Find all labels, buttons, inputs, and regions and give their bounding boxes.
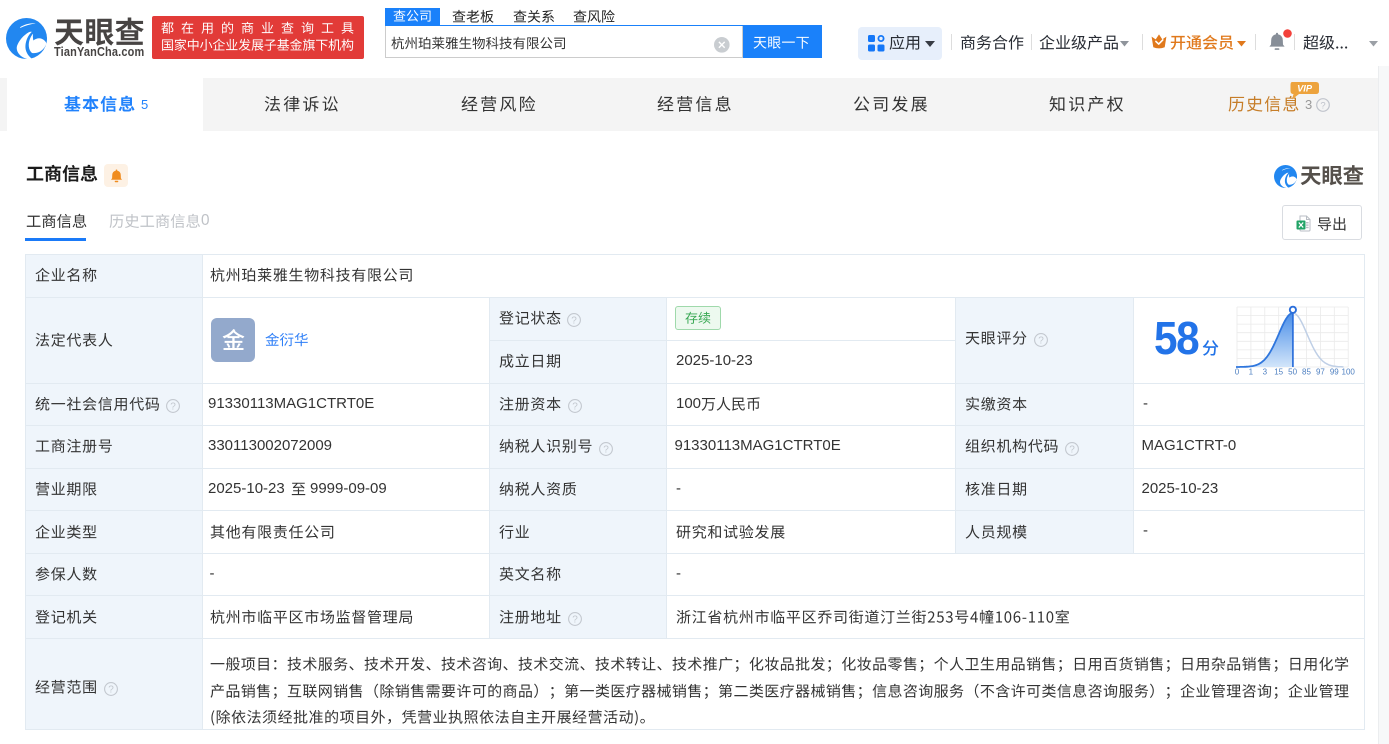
svg-text:15: 15 — [1274, 368, 1283, 377]
svg-text:3: 3 — [1263, 368, 1268, 377]
svg-text:?: ? — [108, 684, 114, 695]
svg-text:VIP: VIP — [1297, 83, 1313, 93]
svg-text:97: 97 — [1316, 368, 1325, 377]
svg-text:0: 0 — [1235, 368, 1240, 377]
svg-text:100: 100 — [1342, 368, 1356, 377]
svg-text:?: ? — [1038, 335, 1044, 346]
svg-text:?: ? — [571, 316, 577, 327]
svg-text:1: 1 — [1249, 368, 1254, 377]
svg-text:?: ? — [1320, 100, 1325, 111]
svg-text:50: 50 — [1288, 368, 1297, 377]
svg-text:?: ? — [572, 614, 578, 625]
svg-text:?: ? — [572, 402, 578, 413]
svg-text:?: ? — [170, 402, 176, 413]
svg-text:99: 99 — [1330, 368, 1339, 377]
svg-text:?: ? — [1069, 444, 1075, 455]
svg-text:85: 85 — [1302, 368, 1311, 377]
svg-text:?: ? — [603, 444, 609, 455]
